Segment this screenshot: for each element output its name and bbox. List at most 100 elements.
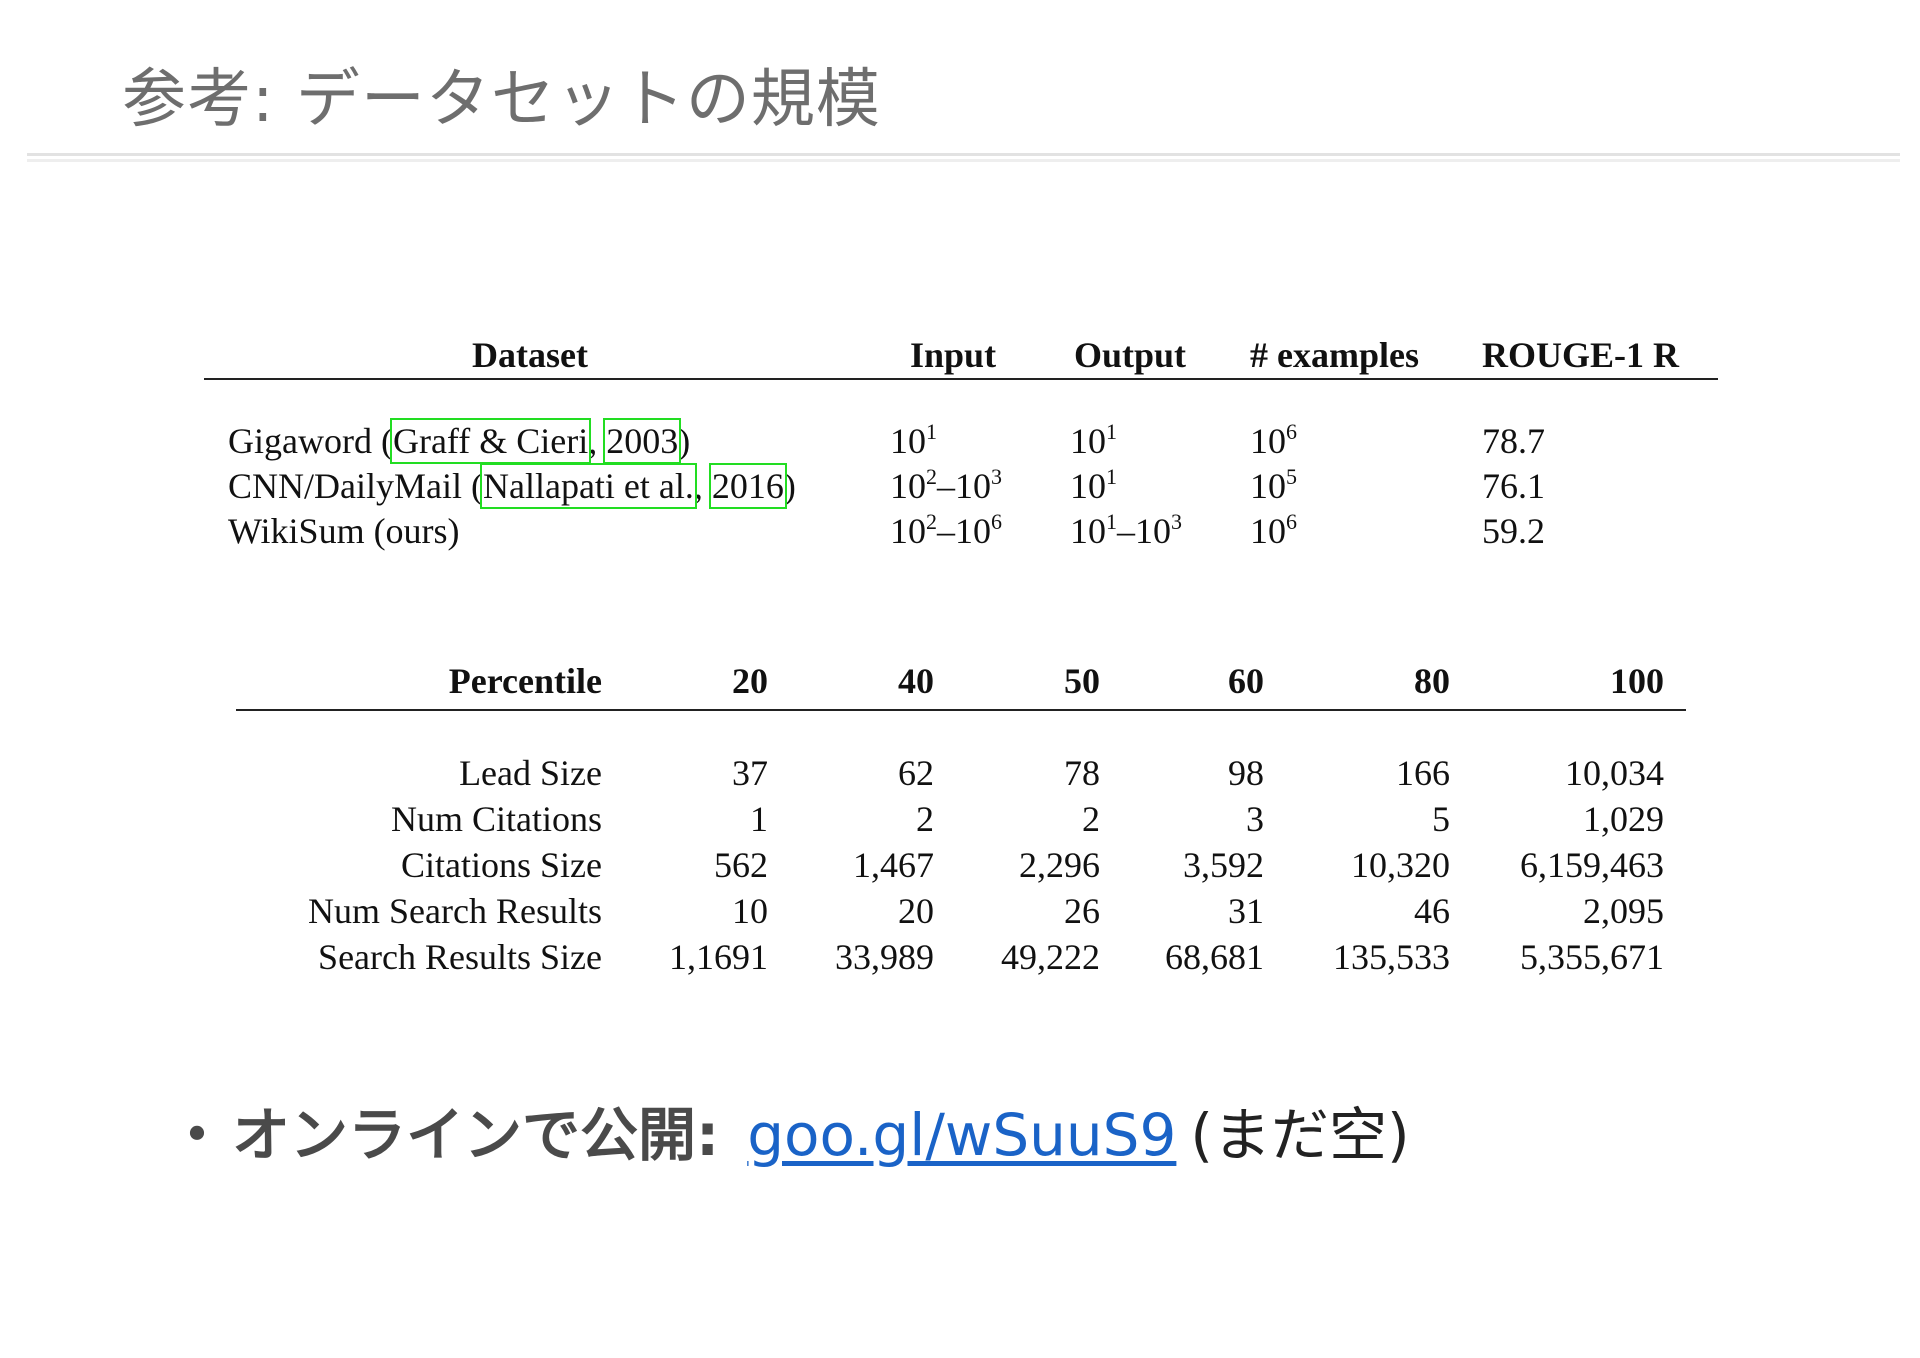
output-exponent: 1 xyxy=(1106,419,1117,444)
row-label: Search Results Size xyxy=(318,937,602,977)
bullet-dot: ・ xyxy=(168,1101,227,1169)
slide-title: 参考: データセットの規模 xyxy=(122,63,881,137)
bullet-note: (まだ空) xyxy=(1190,1101,1410,1169)
citation-author-link[interactable]: Nallapati et al. xyxy=(479,463,697,509)
header-p80: 80 xyxy=(1414,661,1450,701)
examples-base: 10 xyxy=(1250,511,1286,551)
table-row: Gigaword (Graff & Cieri, 2003) 101 101 1… xyxy=(204,418,1718,466)
online-release-bullet: ・オンラインで公開: goo.gl/wSuuS9 (まだ空) xyxy=(168,1088,1410,1172)
input-base: 10 xyxy=(890,511,926,551)
header-p60: 60 xyxy=(1228,661,1264,701)
cell-p80: 166 xyxy=(1396,753,1450,793)
dataset-name-cell: Gigaword (Graff & Cieri, 2003) xyxy=(228,418,691,464)
examples-cell: 105 xyxy=(1250,465,1297,507)
table-row: Citations Size 562 1,467 2,296 3,592 10,… xyxy=(236,844,1686,890)
input-cell: 101 xyxy=(890,420,937,462)
cell-p20: 37 xyxy=(732,753,768,793)
percentile-header-row: Percentile 20 40 50 60 80 100 xyxy=(236,660,1686,706)
row-label: Citations Size xyxy=(401,845,602,885)
cell-p60: 68,681 xyxy=(1165,937,1264,977)
output-base: 10 xyxy=(1070,466,1106,506)
table-row: Num Citations 1 2 2 3 5 1,029 xyxy=(236,798,1686,844)
input-exponent: 2 xyxy=(926,464,937,489)
cell-p60: 3,592 xyxy=(1183,845,1264,885)
cell-p80: 46 xyxy=(1414,891,1450,931)
table-row: WikiSum (ours) 102–106 101–103 106 59.2 xyxy=(204,510,1718,556)
dataset-name: Gigaword xyxy=(228,421,372,461)
dataset-url-link[interactable]: goo.gl/wSuuS9 xyxy=(747,1101,1176,1169)
examples-exponent: 6 xyxy=(1286,509,1297,534)
cell-p50: 2,296 xyxy=(1019,845,1100,885)
header-p40: 40 xyxy=(898,661,934,701)
header-p20: 20 xyxy=(732,661,768,701)
header-percentile: Percentile xyxy=(448,661,602,701)
dataset-comparison-table: Dataset Input Output # examples ROUGE-1 … xyxy=(204,324,1718,564)
cell-p40: 62 xyxy=(898,753,934,793)
output-exponent-upper: 3 xyxy=(1171,509,1182,534)
cell-p50: 2 xyxy=(1082,799,1100,839)
examples-cell: 106 xyxy=(1250,420,1297,462)
cell-p100: 2,095 xyxy=(1583,891,1664,931)
cell-p50: 26 xyxy=(1064,891,1100,931)
examples-exponent: 6 xyxy=(1286,419,1297,444)
output-base: 10 xyxy=(1070,511,1106,551)
cell-p20: 10 xyxy=(732,891,768,931)
cell-p60: 98 xyxy=(1228,753,1264,793)
dataset-name: WikiSum (ours) xyxy=(228,511,460,551)
title-divider xyxy=(27,153,1900,162)
cell-p20: 1,1691 xyxy=(669,937,768,977)
header-p50: 50 xyxy=(1064,661,1100,701)
examples-cell: 106 xyxy=(1250,510,1297,552)
output-exponent: 1 xyxy=(1106,464,1117,489)
cell-p100: 6,159,463 xyxy=(1520,845,1664,885)
cell-p40: 20 xyxy=(898,891,934,931)
header-rule xyxy=(236,709,1686,711)
cell-p60: 31 xyxy=(1228,891,1264,931)
cell-p50: 78 xyxy=(1064,753,1100,793)
rouge-cell: 78.7 xyxy=(1482,421,1545,461)
citation-year-link[interactable]: 2016 xyxy=(708,463,787,509)
citation-author-link[interactable]: Graff & Cieri xyxy=(389,418,592,464)
header-rouge: ROUGE-1 R xyxy=(1482,335,1679,375)
table-row: Num Search Results 10 20 26 31 46 2,095 xyxy=(236,890,1686,936)
output-base: 10 xyxy=(1070,421,1106,461)
header-input: Input xyxy=(910,335,997,375)
header-p100: 100 xyxy=(1610,661,1664,701)
output-exponent: 1 xyxy=(1106,509,1117,534)
examples-base: 10 xyxy=(1250,421,1286,461)
header-output: Output xyxy=(1074,335,1187,375)
input-exponent: 2 xyxy=(926,509,937,534)
cell-p80: 10,320 xyxy=(1351,845,1450,885)
cell-p80: 135,533 xyxy=(1333,937,1450,977)
cell-p20: 1 xyxy=(750,799,768,839)
output-cell: 101 xyxy=(1070,465,1117,507)
examples-exponent: 5 xyxy=(1286,464,1297,489)
table-row: CNN/DailyMail (Nallapati et al., 2016) 1… xyxy=(204,463,1718,511)
cell-p50: 49,222 xyxy=(1001,937,1100,977)
header-rule xyxy=(204,378,1718,380)
rouge-cell: 76.1 xyxy=(1482,466,1545,506)
citation-year-link[interactable]: 2003 xyxy=(603,418,682,464)
input-exponent: 1 xyxy=(926,419,937,444)
dataset-name-cell: CNN/DailyMail (Nallapati et al., 2016) xyxy=(228,463,796,509)
cell-p100: 5,355,671 xyxy=(1520,937,1664,977)
input-base: 10 xyxy=(890,421,926,461)
cell-p60: 3 xyxy=(1246,799,1264,839)
input-exponent-upper: 3 xyxy=(991,464,1002,489)
input-cell: 102–106 xyxy=(890,510,1002,552)
row-label: Lead Size xyxy=(459,753,602,793)
header-dataset: Dataset xyxy=(472,335,588,375)
cell-p40: 33,989 xyxy=(835,937,934,977)
table-row: Search Results Size 1,1691 33,989 49,222… xyxy=(236,936,1686,982)
table-row: Lead Size 37 62 78 98 166 10,034 xyxy=(236,752,1686,798)
cell-p100: 10,034 xyxy=(1565,753,1664,793)
input-base-upper: –10 xyxy=(937,466,991,506)
rouge-cell: 59.2 xyxy=(1482,511,1545,551)
output-cell: 101 xyxy=(1070,420,1117,462)
output-cell: 101–103 xyxy=(1070,510,1182,552)
cell-p80: 5 xyxy=(1432,799,1450,839)
input-cell: 102–103 xyxy=(890,465,1002,507)
output-base-upper: –10 xyxy=(1117,511,1171,551)
cell-p100: 1,029 xyxy=(1583,799,1664,839)
cell-p20: 562 xyxy=(714,845,768,885)
